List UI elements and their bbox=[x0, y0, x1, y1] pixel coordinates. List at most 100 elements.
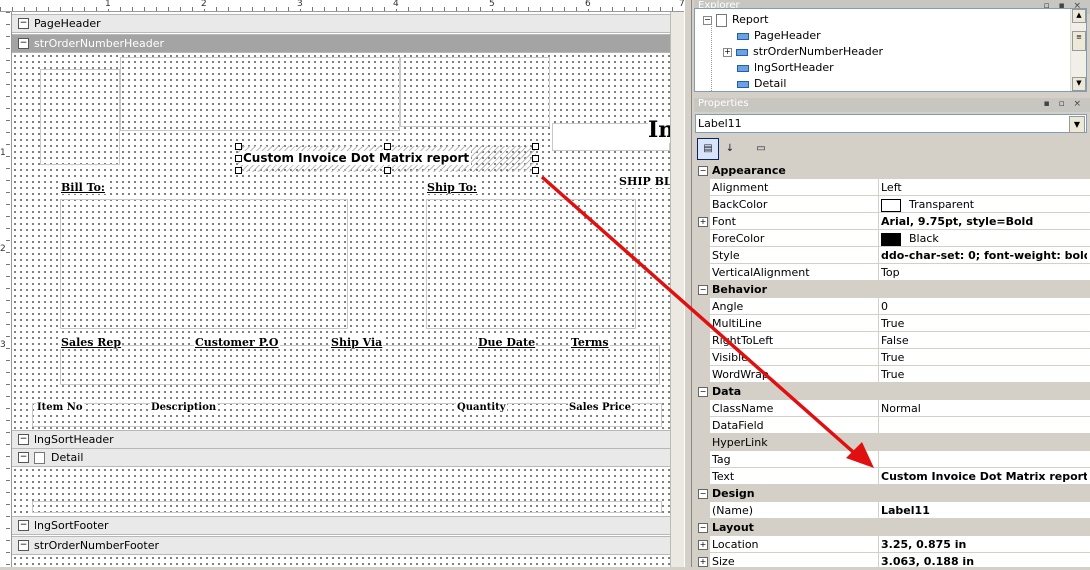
resize-handle[interactable] bbox=[532, 155, 539, 162]
collapse-icon[interactable]: − bbox=[703, 15, 712, 25]
collapse-icon[interactable]: − bbox=[698, 523, 708, 533]
detail-section[interactable] bbox=[12, 467, 670, 515]
collapse-icon[interactable]: − bbox=[18, 452, 29, 463]
property-value[interactable]: Custom Invoice Dot Matrix report bbox=[881, 470, 1087, 483]
property-row[interactable]: BackColor Transparent bbox=[694, 196, 1090, 213]
property-pages-icon[interactable]: ▭ bbox=[750, 138, 772, 160]
property-row[interactable]: Tag bbox=[694, 451, 1090, 468]
scroll-up-icon[interactable]: ▲ bbox=[1072, 9, 1086, 23]
collapse-icon[interactable]: − bbox=[18, 38, 29, 49]
resize-handle[interactable] bbox=[235, 143, 242, 150]
explorer-tree[interactable]: − Report PageHeader + strOrderNumberHeader… bbox=[694, 8, 1087, 92]
property-row[interactable]: ClassName Normal bbox=[694, 400, 1090, 417]
customer-po-label[interactable]: Customer P.O bbox=[194, 336, 280, 349]
property-category[interactable]: − Design bbox=[694, 485, 1090, 502]
due-date-label[interactable]: Due Date bbox=[477, 336, 537, 349]
property-row[interactable]: Visible True bbox=[694, 349, 1090, 366]
collapse-icon[interactable]: − bbox=[698, 387, 708, 397]
property-value[interactable]: Left bbox=[881, 181, 1087, 194]
property-row[interactable]: Angle 0 bbox=[694, 298, 1090, 315]
property-value[interactable]: Black bbox=[881, 232, 1087, 246]
terms-label[interactable]: Terms bbox=[570, 336, 610, 349]
collapse-icon[interactable]: − bbox=[698, 489, 708, 499]
band-sort-footer[interactable]: − lngSortFooter bbox=[12, 516, 670, 535]
alphabetical-icon[interactable]: ↓ bbox=[719, 138, 741, 160]
resize-handle[interactable] bbox=[532, 167, 539, 174]
chevron-down-icon[interactable]: ▼ bbox=[1069, 116, 1085, 133]
tree-node-detail[interactable]: Detail bbox=[737, 77, 786, 90]
collapse-icon[interactable]: − bbox=[698, 285, 708, 295]
property-value[interactable]: Transparent bbox=[881, 198, 1087, 212]
property-category[interactable]: − Data bbox=[694, 383, 1090, 400]
property-row[interactable]: (Name) Label11 bbox=[694, 502, 1090, 519]
property-row[interactable]: VerticalAlignment Top bbox=[694, 264, 1090, 281]
collapse-icon[interactable]: − bbox=[18, 520, 29, 531]
description-label[interactable]: Description bbox=[150, 402, 218, 413]
collapse-icon[interactable]: − bbox=[18, 540, 29, 551]
resize-handle[interactable] bbox=[235, 155, 242, 162]
ship-via-label[interactable]: Ship Via bbox=[330, 336, 384, 349]
explorer-scrollbar[interactable]: ▲ ≡ ▼ bbox=[1070, 9, 1086, 91]
panel-splitter[interactable] bbox=[684, 0, 692, 567]
scroll-thumb[interactable]: ≡ bbox=[1072, 31, 1086, 51]
property-value[interactable]: Arial, 9.75pt, style=Bold bbox=[881, 215, 1087, 228]
resize-handle[interactable] bbox=[532, 143, 539, 150]
band-order-number-header[interactable]: − strOrderNumberHeader bbox=[12, 34, 670, 53]
quantity-label[interactable]: Quantity bbox=[456, 402, 507, 413]
property-value[interactable]: True bbox=[881, 351, 1087, 364]
band-sort-header[interactable]: − lngSortHeader bbox=[12, 430, 670, 449]
scroll-down-icon[interactable]: ▼ bbox=[1072, 77, 1086, 91]
expand-icon[interactable]: + bbox=[698, 540, 708, 550]
collapse-icon[interactable]: − bbox=[18, 18, 29, 29]
resize-handle[interactable] bbox=[384, 143, 391, 150]
band-order-number-footer[interactable]: − strOrderNumberFooter bbox=[12, 536, 670, 555]
order-header-section[interactable]: In Bill To: Ship To: SHIP BLI Sales Rep … bbox=[12, 53, 678, 430]
property-category[interactable]: − Appearance bbox=[694, 162, 1090, 179]
report-designer[interactable]: 1 2 3 4 5 6 7 1 2 3 − PageHeader − strOr… bbox=[0, 0, 684, 567]
property-row[interactable]: + Size 3.063, 0.188 in bbox=[694, 553, 1090, 570]
sales-rep-label[interactable]: Sales Rep bbox=[60, 336, 123, 349]
designer-scrollbar[interactable] bbox=[670, 12, 684, 567]
property-category[interactable]: − Layout bbox=[694, 519, 1090, 536]
tree-node-order-header[interactable]: + strOrderNumberHeader bbox=[723, 45, 883, 58]
property-value[interactable]: False bbox=[881, 334, 1087, 347]
expand-icon[interactable]: + bbox=[698, 557, 708, 567]
bill-to-label[interactable]: Bill To: bbox=[60, 181, 106, 194]
ship-bl-label[interactable]: SHIP BLI bbox=[618, 175, 678, 188]
property-row[interactable]: + Font Arial, 9.75pt, style=Bold bbox=[694, 213, 1090, 230]
property-value[interactable]: 3.063, 0.188 in bbox=[881, 555, 1087, 568]
property-category[interactable]: − Behavior bbox=[694, 281, 1090, 298]
property-grid[interactable]: − Appearance Alignment Left BackColor Transpa… bbox=[694, 162, 1090, 570]
property-row[interactable]: DataField bbox=[694, 417, 1090, 434]
property-row[interactable]: MultiLine True bbox=[694, 315, 1090, 332]
property-value[interactable]: True bbox=[881, 368, 1087, 381]
order-footer-section[interactable] bbox=[12, 555, 670, 567]
resize-handle[interactable] bbox=[384, 167, 391, 174]
sales-price-label[interactable]: Sales Price bbox=[568, 402, 633, 413]
property-row[interactable]: RightToLeft False bbox=[694, 332, 1090, 349]
tree-node-page-header[interactable]: PageHeader bbox=[737, 29, 821, 42]
expand-icon[interactable]: + bbox=[698, 217, 708, 227]
tree-node-sort-header[interactable]: lngSortHeader bbox=[737, 61, 834, 74]
band-detail[interactable]: − Detail bbox=[12, 448, 670, 467]
panel-buttons[interactable]: ▪ ▫ × bbox=[1044, 99, 1084, 109]
tree-node-report[interactable]: − Report bbox=[703, 13, 768, 27]
property-value[interactable]: ddo-char-set: 0; font-weight: bold; fo bbox=[881, 249, 1087, 262]
property-row[interactable]: Text Custom Invoice Dot Matrix report bbox=[694, 468, 1090, 485]
collapse-icon[interactable]: − bbox=[698, 166, 708, 176]
property-value[interactable]: Normal bbox=[881, 402, 1087, 415]
resize-handle[interactable] bbox=[235, 167, 242, 174]
property-row[interactable]: Alignment Left bbox=[694, 179, 1090, 196]
design-canvas[interactable]: − PageHeader − strOrderNumberHeader In B… bbox=[12, 12, 678, 567]
property-row[interactable]: HyperLink bbox=[694, 434, 1090, 451]
property-value[interactable]: True bbox=[881, 317, 1087, 330]
property-value[interactable]: Label11 bbox=[881, 504, 1087, 517]
expand-icon[interactable]: + bbox=[723, 47, 732, 57]
property-value[interactable]: 3.25, 0.875 in bbox=[881, 538, 1087, 551]
item-no-label[interactable]: Item No bbox=[36, 402, 84, 413]
property-row[interactable]: ForeColor Black bbox=[694, 230, 1090, 247]
collapse-icon[interactable]: − bbox=[18, 434, 29, 445]
property-row[interactable]: WordWrap True bbox=[694, 366, 1090, 383]
ship-to-label[interactable]: Ship To: bbox=[426, 181, 478, 194]
band-page-header[interactable]: − PageHeader bbox=[12, 14, 670, 33]
